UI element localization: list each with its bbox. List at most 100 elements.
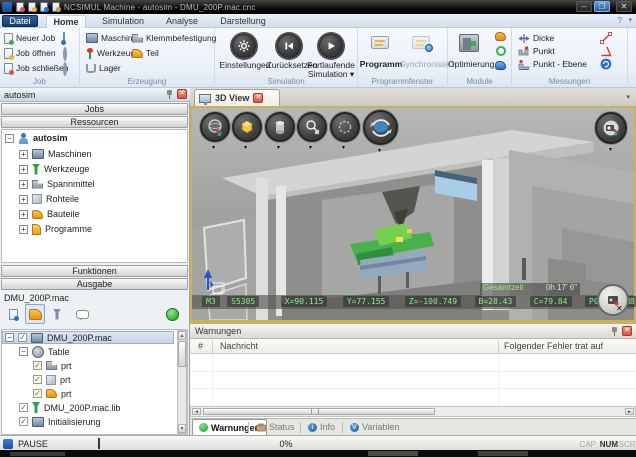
title-bar[interactable]: NCSIMUL Machine - autosim - DMU_200P.mac…: [0, 0, 636, 14]
quick-new-job-icon[interactable]: [16, 2, 24, 12]
tree-item-bauteile[interactable]: + Bauteile: [19, 207, 80, 221]
view-orientation-button[interactable]: [200, 112, 230, 142]
quick-close-job-icon[interactable]: [52, 2, 60, 12]
zoom-button[interactable]: [297, 112, 327, 142]
maschine-button[interactable]: Maschine: [86, 32, 137, 44]
dropdown-icon[interactable]: ▾: [378, 147, 381, 154]
collapse-icon[interactable]: −: [19, 347, 28, 356]
checkbox-checked[interactable]: ✓: [19, 417, 28, 426]
tree-item-rohteile[interactable]: + Rohteile: [19, 192, 79, 206]
program-tree-init[interactable]: ✓ Initialisierung: [19, 415, 101, 428]
tab-home[interactable]: Home: [46, 15, 86, 28]
module-probe-icon[interactable]: [495, 61, 506, 70]
expand-icon[interactable]: +: [19, 195, 28, 204]
scroll-left-icon[interactable]: ◄: [192, 408, 201, 415]
program-tree-lib[interactable]: ✓ DMU_200P.mac.lib: [19, 401, 120, 414]
rotate-view-button[interactable]: [363, 110, 398, 145]
scroll-down-icon[interactable]: ▼: [178, 424, 186, 433]
scrollbar-thumb[interactable]: [178, 341, 186, 367]
tree-item-programme[interactable]: + Programme: [19, 222, 92, 236]
collapse-icon[interactable]: −: [5, 134, 14, 143]
program-tree-table[interactable]: − Table: [19, 345, 70, 358]
maximize-button[interactable]: ❐: [594, 1, 610, 12]
optimierung-icon[interactable]: [459, 34, 479, 52]
checkbox-checked[interactable]: ✓: [19, 403, 28, 412]
tab-simulation[interactable]: Simulation: [92, 15, 154, 28]
punkt-ebene-button[interactable]: Punkt - Ebene: [518, 58, 587, 70]
lager-button[interactable]: Lager: [86, 62, 121, 74]
job-reload-icon[interactable]: [63, 64, 67, 74]
open-job-button[interactable]: Job öffnen: [4, 47, 56, 59]
tab-list-dropdown-icon[interactable]: ▾: [626, 93, 630, 101]
close-button[interactable]: ✕: [616, 1, 632, 12]
close-job-button[interactable]: Job schließen: [4, 62, 68, 74]
program-tree-prt-3[interactable]: ✓ prt: [33, 387, 72, 400]
dropdown-icon[interactable]: ▾: [609, 146, 612, 153]
dropdown-icon[interactable]: ▾: [309, 144, 312, 151]
column-message[interactable]: Nachricht: [220, 341, 258, 351]
scrollbar-thumb[interactable]: [203, 408, 435, 415]
tree-item-werkzeuge[interactable]: + Werkzeuge: [19, 162, 89, 176]
programm-icon[interactable]: [371, 36, 389, 49]
scrollbar-grip[interactable]: [311, 409, 319, 414]
tab-info[interactable]: i Info: [302, 419, 341, 435]
punkt-button[interactable]: Punkt: [518, 45, 555, 57]
program-tree-root[interactable]: − ✓ DMU_200P.mac: [5, 331, 112, 344]
messungen-distance-icon[interactable]: [600, 32, 612, 46]
program-tree-scrollbar[interactable]: ▲ ▼: [177, 330, 187, 434]
ribbon-collapse-icon[interactable]: ▾: [628, 16, 632, 24]
module-part-icon[interactable]: [495, 32, 506, 41]
program-tool-button[interactable]: [47, 304, 67, 324]
scroll-right-icon[interactable]: ►: [625, 408, 634, 415]
warnings-list-empty[interactable]: [190, 354, 636, 406]
machine-panel-button[interactable]: [597, 284, 629, 316]
program-comment-button[interactable]: [72, 304, 92, 324]
tree-item-autosim-root[interactable]: − autosim: [5, 131, 68, 145]
tab-status[interactable]: Status: [250, 419, 301, 435]
column-number[interactable]: #: [198, 341, 203, 351]
job-refresh-icon[interactable]: [63, 49, 67, 59]
column-error[interactable]: Folgender Fehler trat auf: [504, 341, 603, 351]
programm-button[interactable]: Programm: [358, 60, 404, 69]
warnings-hscrollbar[interactable]: ◄ ►: [190, 406, 636, 417]
dropdown-icon[interactable]: ▾: [212, 144, 215, 151]
job-copy-icon[interactable]: [63, 33, 65, 43]
expand-icon[interactable]: +: [19, 180, 28, 189]
tree-item-spannmittel[interactable]: + Spannmittel: [19, 177, 95, 191]
new-job-button[interactable]: Neuer Job: [4, 32, 55, 44]
checkbox-checked[interactable]: ✓: [33, 361, 42, 370]
tab-3d-view[interactable]: 3D View ✕: [194, 89, 280, 106]
sidebar-close-icon[interactable]: ✕: [177, 89, 187, 99]
3d-viewport[interactable]: ▾ ▾ ▾ ▾ ▾ ▾ ▾: [190, 108, 636, 322]
selection-button[interactable]: [330, 112, 360, 142]
display-mode-button[interactable]: [232, 112, 262, 142]
file-menu-button[interactable]: Datei: [2, 15, 38, 27]
tab-darstellung[interactable]: Darstellung: [210, 15, 276, 28]
camera-settings-button[interactable]: [595, 112, 627, 144]
zuruecksetzen-button[interactable]: [277, 34, 301, 58]
checkbox-checked[interactable]: ✓: [33, 389, 42, 398]
expand-icon[interactable]: +: [19, 150, 28, 159]
dropdown-icon[interactable]: ▾: [244, 144, 247, 151]
funktionen-bar[interactable]: Funktionen: [1, 265, 188, 277]
klemmbefestigung-button[interactable]: Klemmbefestigung: [132, 32, 216, 44]
panel-close-icon[interactable]: ✕: [616, 304, 623, 313]
warnings-close-icon[interactable]: ✕: [622, 326, 632, 336]
dropdown-icon[interactable]: ▾: [342, 144, 345, 151]
checkbox-checked[interactable]: ✓: [18, 333, 27, 342]
program-doc-button[interactable]: [3, 304, 23, 324]
minimize-button[interactable]: –: [576, 1, 592, 12]
messungen-angle-icon[interactable]: [600, 45, 612, 59]
tree-item-maschinen[interactable]: + Maschinen: [19, 147, 92, 161]
program-part-view-button[interactable]: [25, 304, 45, 324]
expand-icon[interactable]: +: [19, 225, 28, 234]
einstellungen-button[interactable]: [232, 34, 256, 58]
messungen-rotate-icon[interactable]: [600, 58, 612, 72]
checkbox-checked[interactable]: ✓: [33, 375, 42, 384]
module-check-icon[interactable]: [496, 46, 506, 56]
quick-open-job-icon[interactable]: [28, 2, 36, 12]
help-icon[interactable]: ?: [618, 16, 622, 25]
optimierung-button[interactable]: Optimierung: [448, 60, 494, 69]
program-tree-prt-1[interactable]: ✓ prt: [33, 359, 72, 372]
dropdown-icon[interactable]: ▾: [277, 144, 280, 151]
